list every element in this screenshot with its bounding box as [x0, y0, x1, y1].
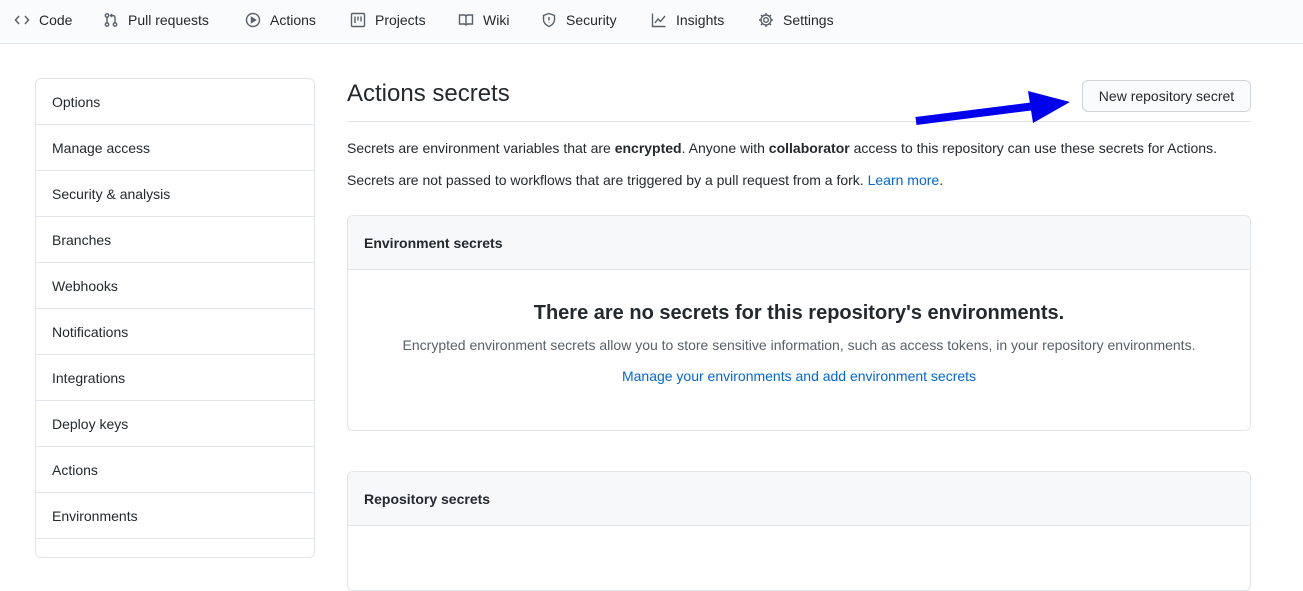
tab-projects[interactable]: Projects: [350, 0, 426, 40]
tab-label: Wiki: [483, 12, 510, 28]
annotation-arrow: [915, 91, 1070, 125]
graph-icon: [651, 13, 666, 28]
tab-wiki[interactable]: Wiki: [458, 0, 509, 40]
tab-label: Pull requests: [128, 12, 209, 28]
tab-actions[interactable]: Actions: [245, 0, 316, 40]
fork-notice-text: Secrets are not passed to workflows that…: [347, 172, 868, 188]
description-text: . Anyone with: [681, 140, 769, 156]
gear-icon: [759, 13, 773, 27]
tab-pull-requests[interactable]: Pull requests: [103, 0, 209, 40]
tab-label: Insights: [676, 12, 725, 28]
description-text: access to this repository can use these …: [849, 140, 1217, 156]
new-repository-secret-button[interactable]: New repository secret: [1082, 80, 1251, 112]
code-icon: [14, 15, 30, 25]
secrets-description: Secrets are environment variables that a…: [347, 140, 1217, 156]
empty-state-description: Encrypted environment secrets allow you …: [402, 337, 1196, 353]
repository-secrets-box: Repository secrets: [347, 471, 1251, 591]
project-icon: [350, 12, 366, 28]
description-bold-collaborator: collaborator: [768, 140, 850, 156]
learn-more-link[interactable]: Learn more: [868, 172, 940, 188]
page-title: Actions secrets: [347, 80, 510, 107]
shield-icon: [542, 12, 556, 28]
empty-state-title: There are no secrets for this repository…: [533, 302, 1065, 324]
environment-secrets-header: Environment secrets: [348, 216, 1250, 270]
manage-environments-link[interactable]: Manage your environments and add environ…: [622, 368, 976, 384]
tab-label: Code: [39, 12, 73, 28]
environment-secrets-box: Environment secrets There are no secrets…: [347, 215, 1251, 431]
tab-insights[interactable]: Insights: [651, 0, 724, 40]
sidebar-item-security-analysis[interactable]: Security & analysis: [36, 171, 314, 217]
sidebar-item-deploy-keys[interactable]: Deploy keys: [36, 401, 314, 447]
tab-label: Security: [566, 12, 617, 28]
tab-code[interactable]: Code: [14, 0, 72, 40]
description-bold-encrypted: encrypted: [614, 140, 682, 156]
tab-label: Projects: [375, 12, 426, 28]
title-divider: [347, 121, 1251, 122]
tab-security[interactable]: Security: [541, 0, 617, 40]
sidebar-item-branches[interactable]: Branches: [36, 217, 314, 263]
sidebar-item-options[interactable]: Options: [36, 79, 314, 125]
book-icon: [458, 14, 474, 26]
sidebar-item-webhooks[interactable]: Webhooks: [36, 263, 314, 309]
tab-settings[interactable]: Settings: [758, 0, 834, 40]
fork-notice-end: .: [939, 172, 944, 188]
repository-secrets-header: Repository secrets: [348, 472, 1250, 526]
sidebar-item-manage-access[interactable]: Manage access: [36, 125, 314, 171]
settings-sidebar: Options Manage access Security & analysi…: [35, 78, 315, 558]
git-pull-request-icon: [104, 13, 118, 27]
tab-label: Settings: [783, 12, 834, 28]
sidebar-item-environments[interactable]: Environments: [36, 493, 314, 539]
description-text: Secrets are environment variables that a…: [347, 140, 615, 156]
sidebar-item-integrations[interactable]: Integrations: [36, 355, 314, 401]
fork-notice: Secrets are not passed to workflows that…: [347, 172, 943, 188]
sidebar-item-notifications[interactable]: Notifications: [36, 309, 314, 355]
sidebar-item-actions[interactable]: Actions: [36, 447, 314, 493]
repo-nav: Code Pull requests Actions Projects Wiki…: [0, 0, 1303, 44]
play-icon: [245, 12, 261, 28]
tab-label: Actions: [270, 12, 316, 28]
